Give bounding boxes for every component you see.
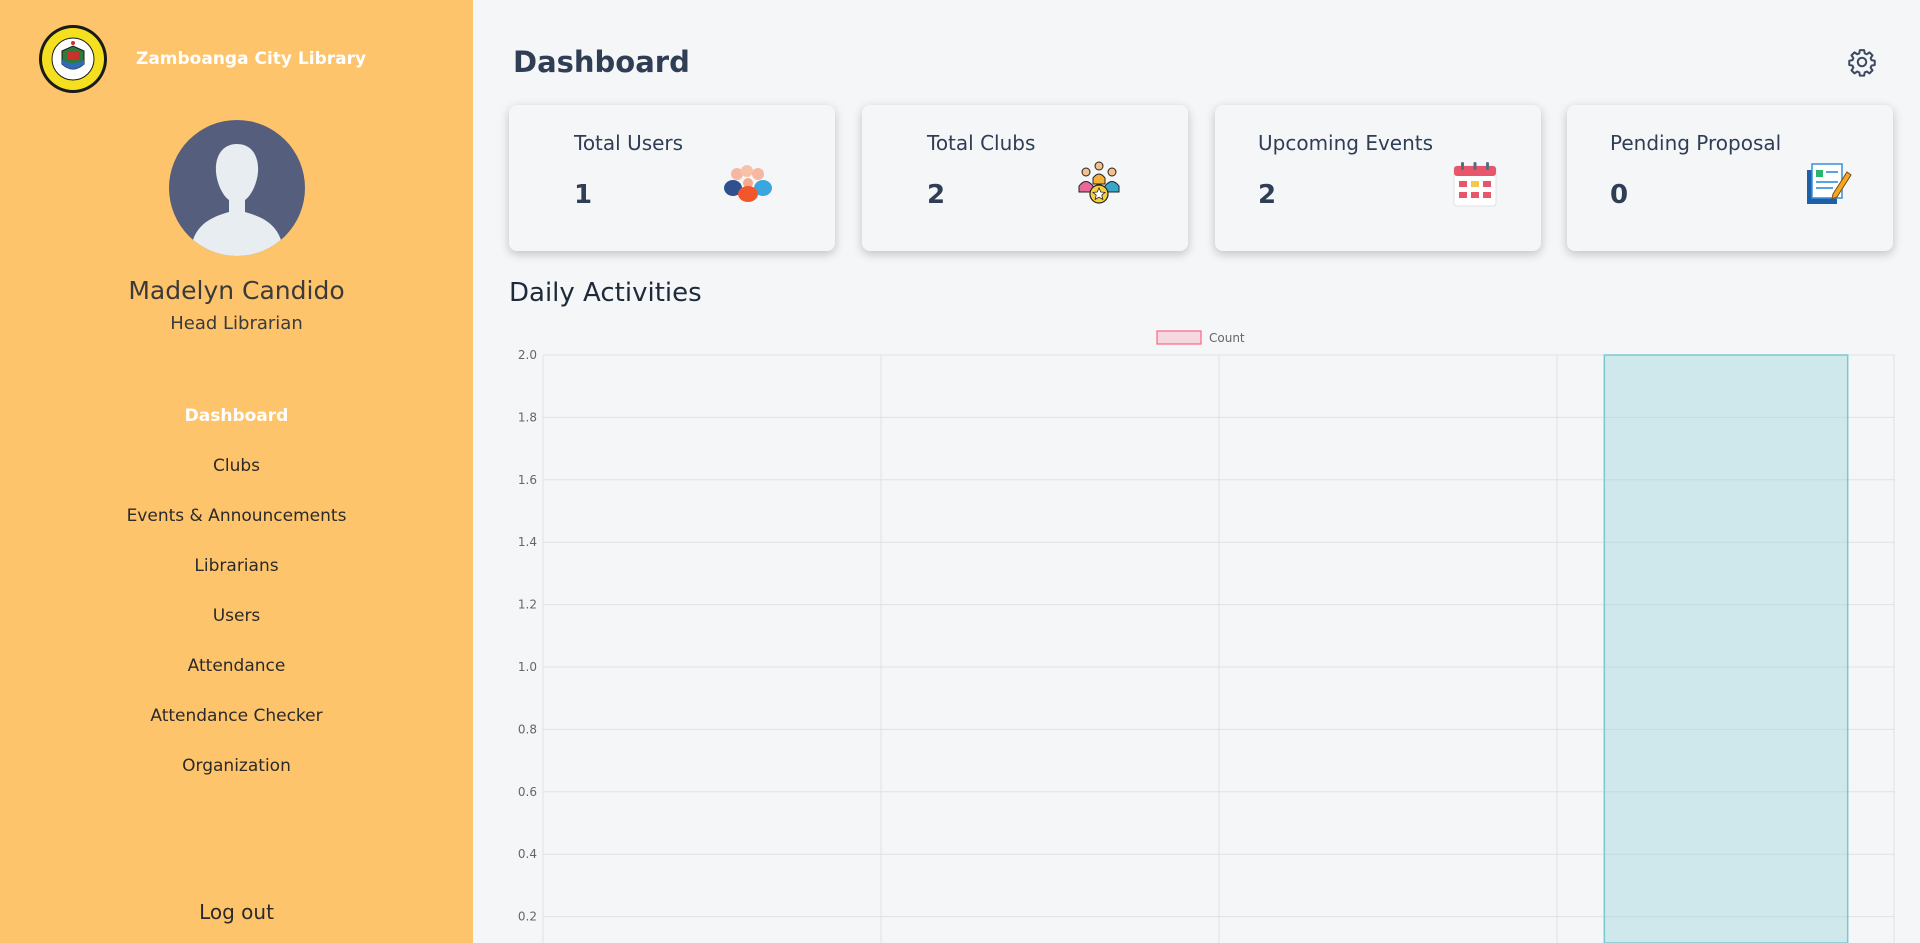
daily-activities-title: Daily Activities	[509, 278, 702, 308]
chart-bar[interactable]	[1603, 354, 1849, 943]
nav-item-events-announcements[interactable]: Events & Announcements	[0, 503, 473, 553]
users-icon	[724, 165, 772, 202]
logout-button[interactable]: Log out	[0, 900, 473, 924]
brand[interactable]: Zamboanga City Library	[38, 24, 366, 94]
user-silhouette-icon	[193, 144, 281, 256]
clubs-icon	[1078, 161, 1120, 204]
stat-label: Pending Proposal	[1610, 131, 1782, 155]
sidebar-nav: Dashboard Clubs Events & Announcements L…	[0, 403, 473, 803]
page-title: Dashboard	[513, 45, 690, 79]
stat-value: 2	[927, 180, 946, 210]
y-tick-label: 1.8	[518, 410, 537, 424]
avatar	[169, 120, 305, 256]
city-seal-logo	[39, 25, 107, 93]
y-tick-label: 1.0	[518, 660, 537, 674]
nav-item-attendance-checker[interactable]: Attendance Checker	[0, 703, 473, 753]
y-tick-label: 1.4	[518, 535, 537, 549]
user-name: Madelyn Candido	[128, 276, 345, 305]
sidebar: Zamboanga City Library Madelyn Candido H…	[0, 0, 473, 943]
nav-item-clubs[interactable]: Clubs	[0, 453, 473, 503]
stat-label: Total Users	[574, 131, 684, 155]
calendar-icon	[1453, 162, 1497, 207]
proposal-icon	[1807, 163, 1852, 204]
legend-label[interactable]: Count	[1209, 331, 1245, 345]
nav-item-organization[interactable]: Organization	[0, 753, 473, 803]
stat-card-total-users[interactable]: Total Users 1	[509, 105, 835, 251]
nav-item-users[interactable]: Users	[0, 603, 473, 653]
y-tick-label: 0.2	[518, 910, 537, 924]
y-tick-label: 0.8	[518, 722, 537, 736]
y-tick-label: 2.0	[518, 348, 537, 362]
nav-item-dashboard[interactable]: Dashboard	[0, 403, 473, 453]
user-role: Head Librarian	[170, 313, 303, 334]
nav-item-attendance[interactable]: Attendance	[0, 653, 473, 703]
stat-label: Upcoming Events	[1258, 131, 1434, 155]
gear-icon[interactable]	[1847, 47, 1877, 77]
brand-name: Zamboanga City Library	[136, 49, 367, 69]
legend-swatch	[1156, 330, 1202, 345]
nav-item-librarians[interactable]: Librarians	[0, 553, 473, 603]
stat-label: Total Clubs	[927, 131, 1036, 155]
stat-value: 1	[574, 180, 593, 210]
daily-activities-chart: 0.2 0.4 0.6 0.8 1.0 1.2 1.4 1.6 1.8 2.0 Count	[518, 330, 1895, 943]
y-tick-label: 1.6	[518, 473, 537, 487]
stat-card-total-clubs[interactable]: Total Clubs 2	[862, 105, 1188, 251]
stat-card-upcoming-events[interactable]: Upcoming Events 2	[1215, 105, 1541, 251]
stat-card-pending-proposal[interactable]: Pending Proposal 0	[1567, 105, 1893, 251]
stat-value: 0	[1610, 180, 1629, 210]
y-tick-label: 1.2	[518, 598, 537, 612]
stat-value: 2	[1258, 180, 1277, 210]
y-tick-label: 0.4	[518, 847, 537, 861]
y-tick-label: 0.6	[518, 785, 537, 799]
